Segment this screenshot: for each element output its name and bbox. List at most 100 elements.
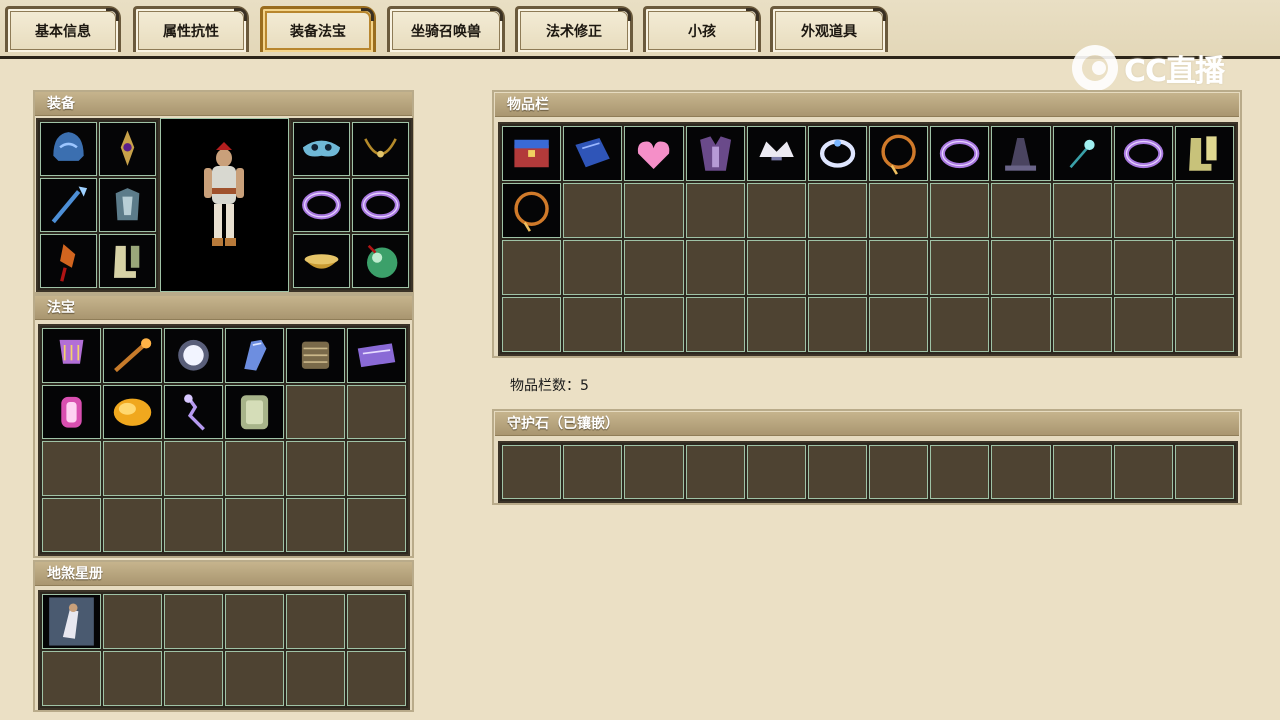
tab-spell-mods[interactable]: 法术修正 [515,6,633,52]
tab-mount-summon[interactable]: 坐骑召唤兽 [387,6,505,52]
empty-guard-stone-slot[interactable] [746,445,806,499]
empty-treasure-slot[interactable] [286,384,345,439]
empty-inventory-slot[interactable] [685,240,745,295]
empty-inventory-slot[interactable] [746,240,806,295]
equipment-slot[interactable] [293,234,350,288]
empty-inventory-slot[interactable] [807,240,867,295]
tab-equipment[interactable]: 装备法宝 [260,6,376,52]
equipment-slot[interactable] [40,234,97,288]
empty-guard-stone-slot[interactable] [1052,445,1112,499]
empty-guard-stone-slot[interactable] [1174,445,1234,499]
tab-attributes[interactable]: 属性抗性 [133,6,249,52]
empty-treasure-slot[interactable] [286,441,345,496]
equipment-slot[interactable] [352,234,409,288]
empty-guard-stone-slot[interactable] [502,445,562,499]
equipment-slot[interactable] [352,122,409,176]
empty-inventory-slot[interactable] [930,240,990,295]
empty-guard-stone-slot[interactable] [869,445,929,499]
treasure-slot[interactable] [164,328,223,383]
empty-inventory-slot[interactable] [1113,183,1173,238]
inventory-slot[interactable] [1052,126,1112,181]
equipment-slot[interactable] [352,178,409,232]
empty-inventory-slot[interactable] [563,183,623,238]
inventory-slot[interactable] [1174,126,1234,181]
empty-star-book-slot[interactable] [225,594,284,649]
inventory-slot[interactable] [807,126,867,181]
inventory-slot[interactable] [746,126,806,181]
empty-inventory-slot[interactable] [1174,297,1234,352]
empty-inventory-slot[interactable] [807,297,867,352]
inventory-slot[interactable] [991,126,1051,181]
equipment-slot[interactable] [293,122,350,176]
empty-inventory-slot[interactable] [685,183,745,238]
inventory-slot[interactable] [563,126,623,181]
equipment-slot[interactable] [293,178,350,232]
empty-inventory-slot[interactable] [991,297,1051,352]
empty-guard-stone-slot[interactable] [563,445,623,499]
empty-guard-stone-slot[interactable] [807,445,867,499]
empty-star-book-slot[interactable] [225,651,284,706]
inventory-slot[interactable] [930,126,990,181]
empty-inventory-slot[interactable] [991,240,1051,295]
empty-inventory-slot[interactable] [807,183,867,238]
inventory-slot[interactable] [1113,126,1173,181]
empty-treasure-slot[interactable] [225,497,284,552]
empty-guard-stone-slot[interactable] [930,445,990,499]
empty-inventory-slot[interactable] [930,297,990,352]
empty-inventory-slot[interactable] [1052,183,1112,238]
empty-inventory-slot[interactable] [624,183,684,238]
empty-inventory-slot[interactable] [746,297,806,352]
treasure-slot[interactable] [103,328,162,383]
inventory-slot[interactable] [502,126,562,181]
inventory-slot[interactable] [502,183,562,238]
empty-treasure-slot[interactable] [347,441,406,496]
treasure-slot[interactable] [42,384,101,439]
empty-star-book-slot[interactable] [103,594,162,649]
empty-inventory-slot[interactable] [563,297,623,352]
empty-treasure-slot[interactable] [42,441,101,496]
empty-inventory-slot[interactable] [1052,240,1112,295]
treasure-slot[interactable] [164,384,223,439]
empty-star-book-slot[interactable] [164,594,223,649]
empty-inventory-slot[interactable] [869,297,929,352]
empty-guard-stone-slot[interactable] [624,445,684,499]
star-book-slot[interactable] [42,594,101,649]
inventory-slot[interactable] [685,126,745,181]
empty-inventory-slot[interactable] [1174,183,1234,238]
equipment-slot[interactable] [40,178,97,232]
empty-treasure-slot[interactable] [103,497,162,552]
treasure-slot[interactable] [103,384,162,439]
empty-inventory-slot[interactable] [1113,240,1173,295]
empty-guard-stone-slot[interactable] [1113,445,1173,499]
equipment-slot[interactable] [99,234,156,288]
empty-guard-stone-slot[interactable] [991,445,1051,499]
empty-treasure-slot[interactable] [164,497,223,552]
empty-treasure-slot[interactable] [347,497,406,552]
tab-basic-info[interactable]: 基本信息 [5,6,121,52]
empty-inventory-slot[interactable] [624,297,684,352]
empty-treasure-slot[interactable] [286,497,345,552]
treasure-slot[interactable] [286,328,345,383]
treasure-slot[interactable] [225,384,284,439]
empty-star-book-slot[interactable] [286,651,345,706]
empty-star-book-slot[interactable] [42,651,101,706]
empty-inventory-slot[interactable] [991,183,1051,238]
equipment-slot[interactable] [99,122,156,176]
empty-inventory-slot[interactable] [502,240,562,295]
equipment-slot[interactable] [40,122,97,176]
empty-star-book-slot[interactable] [347,594,406,649]
empty-star-book-slot[interactable] [164,651,223,706]
treasure-slot[interactable] [225,328,284,383]
empty-inventory-slot[interactable] [869,183,929,238]
empty-treasure-slot[interactable] [164,441,223,496]
treasure-slot[interactable] [42,328,101,383]
empty-star-book-slot[interactable] [286,594,345,649]
empty-inventory-slot[interactable] [502,297,562,352]
empty-inventory-slot[interactable] [1052,297,1112,352]
empty-inventory-slot[interactable] [746,183,806,238]
empty-inventory-slot[interactable] [563,240,623,295]
empty-treasure-slot[interactable] [103,441,162,496]
inventory-slot[interactable] [869,126,929,181]
tab-appearance[interactable]: 外观道具 [770,6,888,52]
tab-child[interactable]: 小孩 [643,6,761,52]
